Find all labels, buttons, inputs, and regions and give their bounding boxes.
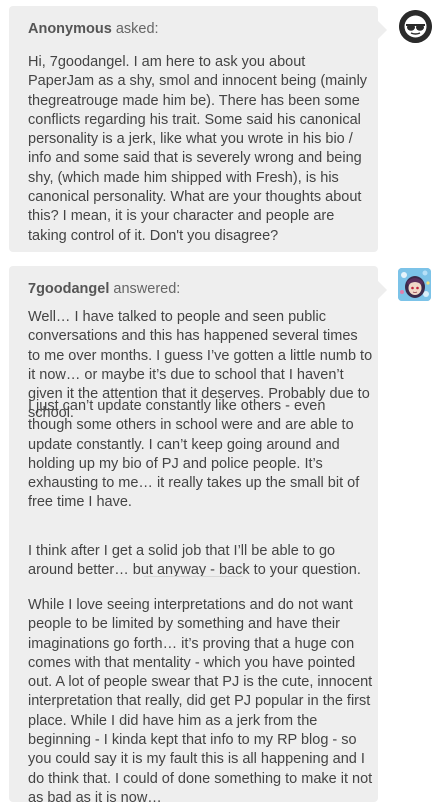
- answer-paragraph: I think after I get a solid job that I’l…: [28, 543, 361, 579]
- ask-bubble-pointer: [378, 21, 387, 39]
- asked-label: asked:: [115, 21, 159, 37]
- question-text: Hi, 7goodangel. I am here to ask you abo…: [28, 54, 368, 244]
- ask-bubble: Anonymous asked: Hi, 7goodangel. I am he…: [9, 6, 387, 252]
- anonymous-sunglasses-icon: [399, 10, 432, 43]
- asker-name: Anonymous: [28, 21, 112, 37]
- answerer-line: 7goodangel answered:: [28, 281, 180, 297]
- answer-bubble-pointer: [378, 281, 387, 299]
- answerer-name[interactable]: 7goodangel: [28, 281, 109, 297]
- answer-bubble: 7goodangel answered: Well… I have talked…: [9, 266, 387, 806]
- divider: [144, 576, 243, 577]
- asker-line: Anonymous asked:: [28, 21, 159, 37]
- answer-paragraph: I just can’t update constantly like othe…: [28, 398, 360, 511]
- answer-paragraph: While I love seeing interpretations and …: [28, 597, 373, 806]
- answered-label: answered:: [113, 281, 181, 297]
- character-avatar-icon[interactable]: [398, 268, 431, 301]
